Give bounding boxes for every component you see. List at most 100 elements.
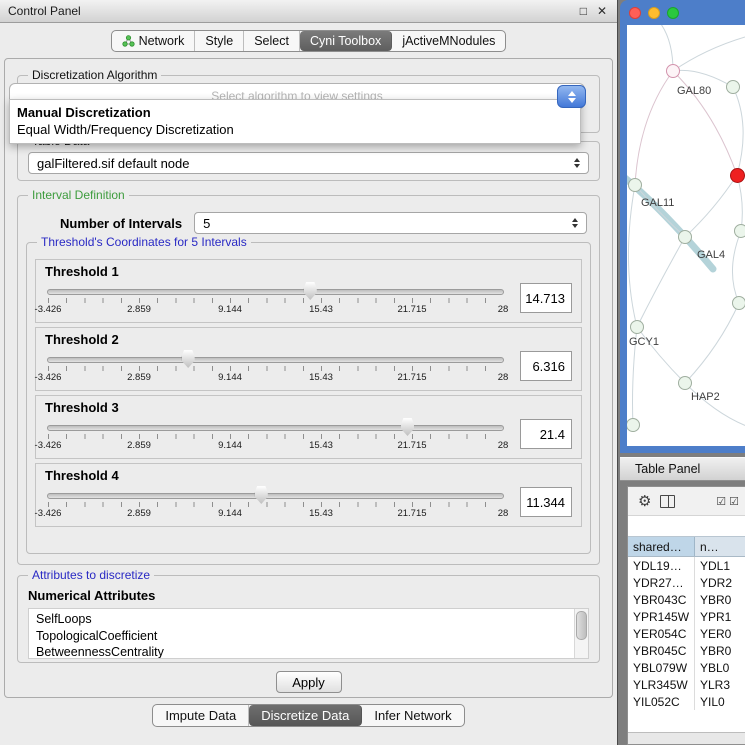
scale-label: 15.43 xyxy=(309,304,333,315)
scale-label: -3.426 xyxy=(35,304,62,315)
dropdown-option-manual-discretization[interactable]: Manual Discretization xyxy=(10,104,580,121)
group-title: Interval Definition xyxy=(28,188,129,202)
threshold-value-field[interactable]: 6.316 xyxy=(520,351,572,381)
threshold-label: Threshold 2 xyxy=(45,332,572,347)
threshold-value-field[interactable]: 21.4 xyxy=(520,419,572,449)
threshold-value-field[interactable]: 11.344 xyxy=(520,487,572,517)
node-label: GAL80 xyxy=(677,85,711,97)
tab-discretize-data[interactable]: Discretize Data xyxy=(249,705,362,726)
tab-style[interactable]: Style xyxy=(195,31,244,51)
network-node[interactable] xyxy=(734,224,745,238)
number-of-intervals-combo[interactable]: 5 xyxy=(194,212,587,234)
table-row[interactable]: YDR27…YDR2 xyxy=(628,574,745,591)
attribute-item[interactable]: TopologicalCoefficient xyxy=(36,628,574,645)
spinner-arrows-icon xyxy=(572,218,578,228)
scrollbar-thumb[interactable] xyxy=(576,611,587,640)
table-row[interactable]: YIL052CYIL0 xyxy=(628,693,745,710)
network-node[interactable] xyxy=(678,230,692,244)
checkbox-icon[interactable]: ☑ xyxy=(716,495,726,508)
slider-scale: -3.4262.8599.14415.4321.71528 xyxy=(48,372,503,384)
close-icon[interactable]: ✕ xyxy=(597,4,607,18)
column-header-shared[interactable]: shared… xyxy=(628,537,695,556)
table-cell: YBR0 xyxy=(695,642,745,659)
scale-label: 28 xyxy=(498,508,509,519)
threshold-slider[interactable]: -3.4262.8599.14415.4321.71528 xyxy=(47,484,504,524)
columns-icon[interactable] xyxy=(660,495,675,508)
threshold-row: -3.4262.8599.14415.4321.7152814.713 xyxy=(45,280,572,320)
table-panel: ⚙ ☑ ☑ shared… n… YDL19…YDL1YDR27…YDR2YBR… xyxy=(627,486,745,745)
slider-scale: -3.4262.8599.14415.4321.71528 xyxy=(48,440,503,452)
column-header-name[interactable]: n… xyxy=(695,537,745,556)
zoom-traffic-light-icon[interactable] xyxy=(667,7,679,19)
tab-network[interactable]: Network xyxy=(112,31,196,51)
gear-icon[interactable]: ⚙ xyxy=(638,494,651,509)
network-node[interactable] xyxy=(726,80,740,94)
tab-label: Cyni Toolbox xyxy=(310,34,381,48)
table-row[interactable]: YDL19…YDL1 xyxy=(628,557,745,574)
table-panel-titlebar: Table Panel xyxy=(620,457,745,481)
network-tab-icon xyxy=(122,35,135,47)
table-cell: YDR27… xyxy=(628,574,695,591)
table-cell: YPR145W xyxy=(628,608,695,625)
scale-label: 28 xyxy=(498,372,509,383)
scale-label: 21.715 xyxy=(397,508,426,519)
network-canvas[interactable]: GAL80GAL11GAL4GCY1HAP2 xyxy=(627,25,745,446)
scale-label: 2.859 xyxy=(127,304,151,315)
table-cell: YDR2 xyxy=(695,574,745,591)
table-row[interactable]: YER054CYER0 xyxy=(628,625,745,642)
tab-select[interactable]: Select xyxy=(244,31,300,51)
table-row[interactable]: YLR345WYLR3 xyxy=(628,676,745,693)
tab-jactivemnodules[interactable]: jActiveMNodules xyxy=(392,31,505,51)
node-label: GAL11 xyxy=(641,197,674,209)
horizontal-scrollbar[interactable] xyxy=(628,732,745,744)
dropdown-option-equal-width-frequency[interactable]: Equal Width/Frequency Discretization xyxy=(10,121,580,138)
network-node[interactable] xyxy=(630,320,644,334)
minimize-traffic-light-icon[interactable] xyxy=(648,7,660,19)
network-window-titlebar xyxy=(620,0,745,25)
attribute-item[interactable]: SelfLoops xyxy=(36,611,574,628)
scrollbar[interactable] xyxy=(574,609,588,658)
group-title: Threshold's Coordinates for 5 Intervals xyxy=(37,235,251,249)
table-cell: YER0 xyxy=(695,625,745,642)
network-node[interactable] xyxy=(628,178,642,192)
control-panel-titlebar: Control Panel □ ✕ xyxy=(0,0,617,23)
threshold-slider[interactable]: -3.4262.8599.14415.4321.71528 xyxy=(47,280,504,320)
threshold-slider[interactable]: -3.4262.8599.14415.4321.71528 xyxy=(47,348,504,388)
table-row[interactable]: YPR145WYPR1 xyxy=(628,608,745,625)
table-cell: YLR345W xyxy=(628,676,695,693)
attribute-item[interactable]: BetweennessCentrality xyxy=(36,644,574,658)
tab-impute-data[interactable]: Impute Data xyxy=(153,705,249,726)
bottom-tab-bar: Impute DataDiscretize DataInfer Network xyxy=(0,704,617,727)
scale-label: 9.144 xyxy=(218,304,242,315)
checkbox-icon[interactable]: ☑ xyxy=(729,495,739,508)
table-row[interactable]: YBL079WYBL0 xyxy=(628,659,745,676)
combo-arrows-button[interactable] xyxy=(557,85,586,108)
table-data-combo[interactable]: galFiltered.sif default node xyxy=(28,152,589,174)
scale-label: -3.426 xyxy=(35,440,62,451)
table-data-combo-value: galFiltered.sif default node xyxy=(37,156,189,171)
table-cell: YBR043C xyxy=(628,591,695,608)
panel-title: Control Panel xyxy=(8,4,81,18)
network-node[interactable] xyxy=(678,376,692,390)
scale-label: 21.715 xyxy=(397,440,426,451)
tab-cyni-toolbox[interactable]: Cyni Toolbox xyxy=(300,31,392,51)
table-row[interactable]: YBR045CYBR0 xyxy=(628,642,745,659)
threshold-label: Threshold 4 xyxy=(45,468,572,483)
threshold-panel: Threshold 4-3.4262.8599.14415.4321.71528… xyxy=(35,463,582,527)
float-window-icon[interactable]: □ xyxy=(580,4,587,18)
threshold-slider[interactable]: -3.4262.8599.14415.4321.71528 xyxy=(47,416,504,456)
close-traffic-light-icon[interactable] xyxy=(629,7,641,19)
threshold-value-field[interactable]: 14.713 xyxy=(520,283,572,313)
tab-infer-network[interactable]: Infer Network xyxy=(362,705,463,726)
table-row[interactable]: YBR043CYBR0 xyxy=(628,591,745,608)
slider-ticks-icon xyxy=(48,366,503,371)
scale-label: 28 xyxy=(498,440,509,451)
network-node[interactable] xyxy=(666,64,680,78)
network-window: GAL80GAL11GAL4GCY1HAP2 xyxy=(620,0,745,453)
network-node[interactable] xyxy=(732,296,745,310)
threshold-panel: Threshold 3-3.4262.8599.14415.4321.71528… xyxy=(35,395,582,459)
network-node[interactable] xyxy=(730,168,745,183)
threshold-label: Threshold 1 xyxy=(45,264,572,279)
tab-label: Network xyxy=(139,34,185,48)
apply-button[interactable]: Apply xyxy=(276,671,342,693)
